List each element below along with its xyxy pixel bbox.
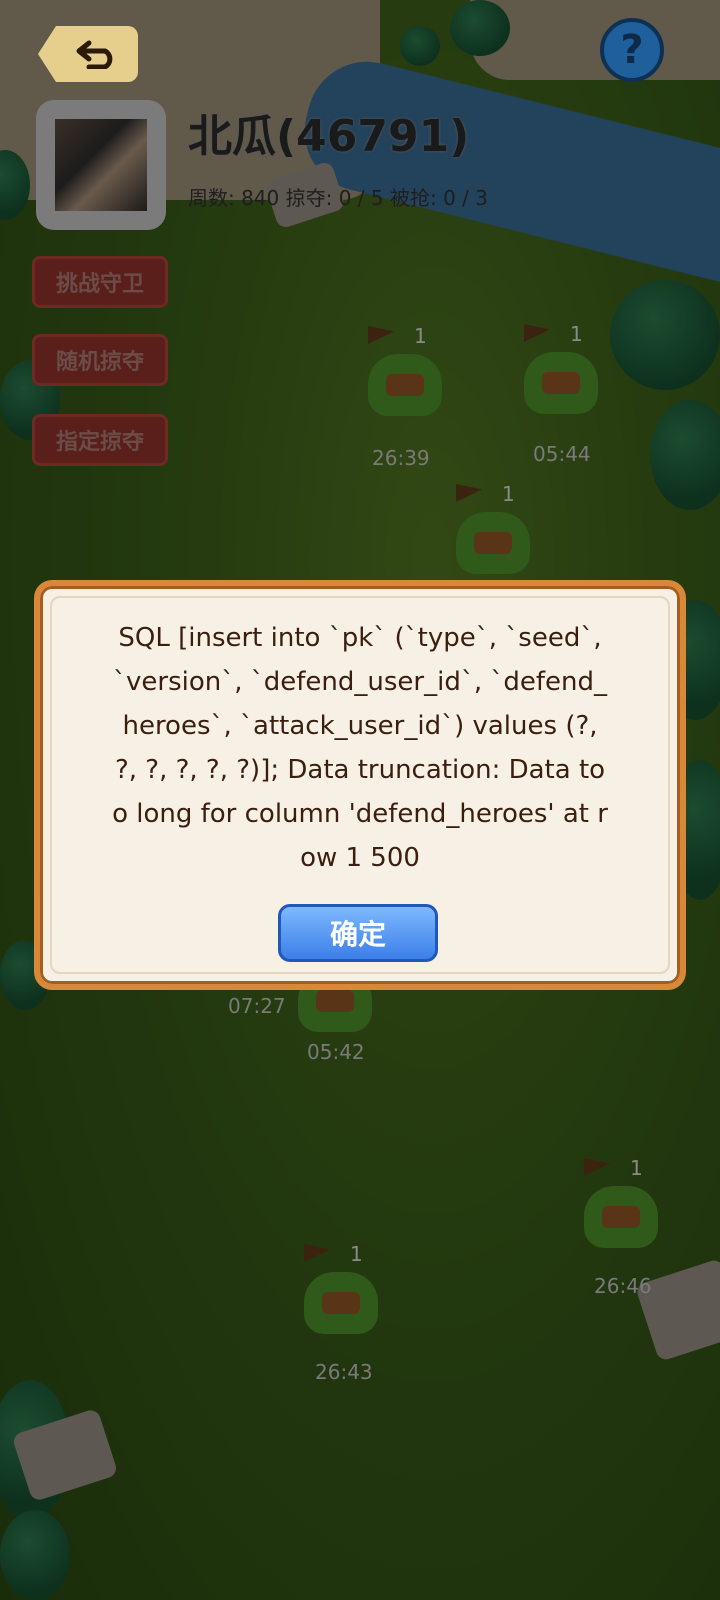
monster-timer: 26:43 — [315, 1360, 373, 1384]
monster-timer: 05:42 — [307, 1040, 365, 1064]
monster-count: 1 — [570, 322, 583, 346]
undo-arrow-icon — [76, 40, 113, 69]
monster-timer: 26:39 — [372, 446, 430, 470]
monster[interactable]: 1 — [518, 322, 604, 420]
error-message: SQL [insert into `pk` (`type`, `seed`, `… — [112, 623, 608, 873]
random-raid-button[interactable]: 随机掠夺 — [32, 334, 168, 386]
targeted-raid-button[interactable]: 指定掠夺 — [32, 414, 168, 466]
challenge-guard-button[interactable]: 挑战守卫 — [32, 256, 168, 308]
monster-count: 1 — [630, 1156, 643, 1180]
monster-face — [474, 532, 512, 554]
error-dialog: SQL [insert into `pk` (`type`, `seed`, `… — [34, 580, 686, 990]
monster-count: 1 — [502, 482, 515, 506]
player-stats: 周数: 840 掠夺: 0 / 5 被抢: 0 / 3 — [188, 186, 488, 210]
monster-face — [322, 1292, 360, 1314]
question-mark-icon: ? — [620, 27, 644, 73]
monster[interactable]: 1 — [298, 1242, 384, 1340]
monster-timer: 07:27 — [228, 994, 286, 1018]
monster-face — [316, 990, 354, 1012]
monster[interactable]: 1 — [362, 324, 448, 422]
help-button[interactable]: ? — [600, 18, 664, 82]
back-button[interactable] — [38, 26, 138, 82]
avatar[interactable] — [36, 100, 166, 230]
monster-face — [602, 1206, 640, 1228]
confirm-button[interactable]: 确定 — [278, 904, 438, 962]
monster-count: 1 — [350, 1242, 363, 1266]
monster-timer: 26:46 — [594, 1274, 652, 1298]
monster-face — [542, 372, 580, 394]
monster-face — [386, 374, 424, 396]
player-name: 北瓜(46791) — [188, 111, 470, 162]
avatar-image — [55, 119, 147, 211]
monster-timer: 05:44 — [533, 442, 591, 466]
monster-count: 1 — [414, 324, 427, 348]
monster[interactable]: 1 — [450, 482, 536, 580]
monster[interactable]: 1 — [578, 1156, 664, 1254]
